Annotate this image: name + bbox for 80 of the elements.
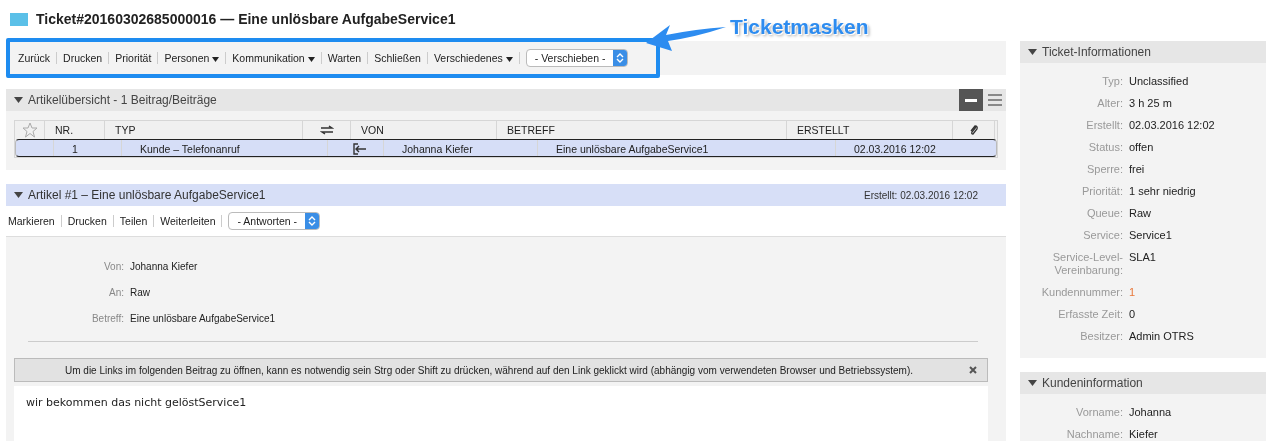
star-icon[interactable] [21,122,38,138]
article-action-link[interactable]: Markieren [8,215,55,227]
table-cell: Kunde – Telefonanruf [130,140,328,156]
collapse-caret-icon[interactable] [14,192,23,198]
field-value: 0 [1129,308,1136,321]
move-select[interactable]: - Verschieben - [525,49,629,67]
field-label: Priorität: [1081,185,1123,198]
stepper-icon [308,215,316,227]
field-label: Kundennummer: [1040,286,1123,299]
field-label: Erstellt: [1085,119,1123,132]
table-cell: Johanna Kiefer [392,140,538,156]
article-title: Artikel #1 – Eine unlösbare AufgabeService1 [28,188,266,202]
annotation-label: Ticketmasken [730,15,869,39]
collapse-caret-icon[interactable] [1028,49,1037,55]
toolbar-link[interactable]: Personen [164,52,220,64]
field-label: Nachname: [1065,428,1123,441]
table-cell: Eine unlösbare AufgabeService1 [546,140,836,156]
field-value: Service1 [1129,229,1172,242]
close-icon[interactable] [969,366,977,374]
article-action-link[interactable]: Teilen [119,215,148,227]
field-label: Von: [102,260,124,272]
menu-icon[interactable] [988,94,1002,106]
field-value: frei [1129,163,1145,176]
toolbar-link[interactable]: Verschiedenes [433,52,513,64]
field-label: Typ: [1101,75,1123,88]
field-label: Sperre: [1085,163,1123,176]
created-date: Erstellt: 02.03.2016 12:02 [864,189,979,201]
field-label: An: [108,286,124,298]
field-value: 02.03.2016 12:02 [1129,119,1215,132]
field-label: Alter: [1096,97,1123,110]
toolbar-link[interactable]: Kommunikation [232,52,315,64]
table-cell: 1 [62,140,122,156]
field-label: Betreff: [90,312,124,324]
ticket-color-icon [10,12,28,26]
caret-icon [505,56,513,62]
article-action-link[interactable]: Drucken [67,215,107,227]
field-value: Kiefer [1129,428,1158,441]
field-value: Raw [130,286,150,298]
collapse-icon[interactable] [959,89,983,111]
caret-icon [212,56,220,62]
field-value: Johanna Kiefer [130,260,198,272]
arrow-icon [646,23,726,53]
notice-text: Um die Links im folgenden Beitrag zu öffnen, kann es notwendig sein Strg oder Shift zu drücken, während auf den Link geklickt wird (abhängig vom verwendeten Browser und Betriebssystem). [65,364,914,376]
field-label: Besitzer: [1079,330,1123,343]
toolbar-link[interactable]: Priorität [115,52,152,64]
section-title: Artikelübersicht - 1 Beitrag/Beiträge [28,93,217,107]
toolbar-link[interactable]: Drucken [63,52,103,64]
section-title: Ticket-Informationen [1042,45,1151,59]
field-value: offen [1129,141,1154,154]
toolbar-link[interactable]: Warten [327,52,362,64]
collapse-caret-icon[interactable] [14,97,23,103]
field-value: 1 sehr niedrig [1129,185,1196,198]
paperclip-icon [968,124,979,136]
direction-icon [319,125,334,135]
field-value: Unclassified [1129,75,1189,88]
toolbar-link[interactable]: Schließen [374,52,421,64]
caret-icon [307,56,315,62]
article-action-link[interactable]: Weiterleiten [160,215,216,227]
collapse-caret-icon[interactable] [1028,380,1037,386]
stepper-icon [616,52,625,64]
field-value: Eine unlösbare AufgabeService1 [130,312,276,324]
field-value: SLA1 [1129,251,1156,265]
toolbar-link[interactable]: Zurück [18,52,51,64]
section-title: Kundeninformation [1042,376,1143,390]
article-row[interactable]: 1 Kunde – Telefonanruf Johanna Kiefer Eine unlösbare AufgabeService1 02.03.2016 12:02 [15,139,997,157]
reply-select[interactable]: - Antworten - [228,212,320,230]
field-label: Erfasste Zeit: [1057,308,1123,321]
message-text: wir bekommen das nicht gelöstService1 [26,396,247,409]
field-label: Service-Level-Vereinbarung: [1051,251,1123,277]
ticket-title: Ticket#20160302685000016 — Eine unlösbare AufgabeService1 [36,11,456,27]
field-label: Queue: [1085,207,1123,220]
table-cell: 02.03.2016 12:02 [844,140,996,156]
field-label: Service: [1082,229,1123,242]
field-label: Status: [1087,141,1123,154]
field-label: Vorname: [1074,406,1123,419]
field-value: Johanna [1129,406,1172,419]
incoming-icon [352,143,367,155]
field-value: 3 h 25 m [1129,97,1172,110]
field-value: Raw [1129,207,1151,220]
field-value: Admin OTRS [1129,330,1194,343]
